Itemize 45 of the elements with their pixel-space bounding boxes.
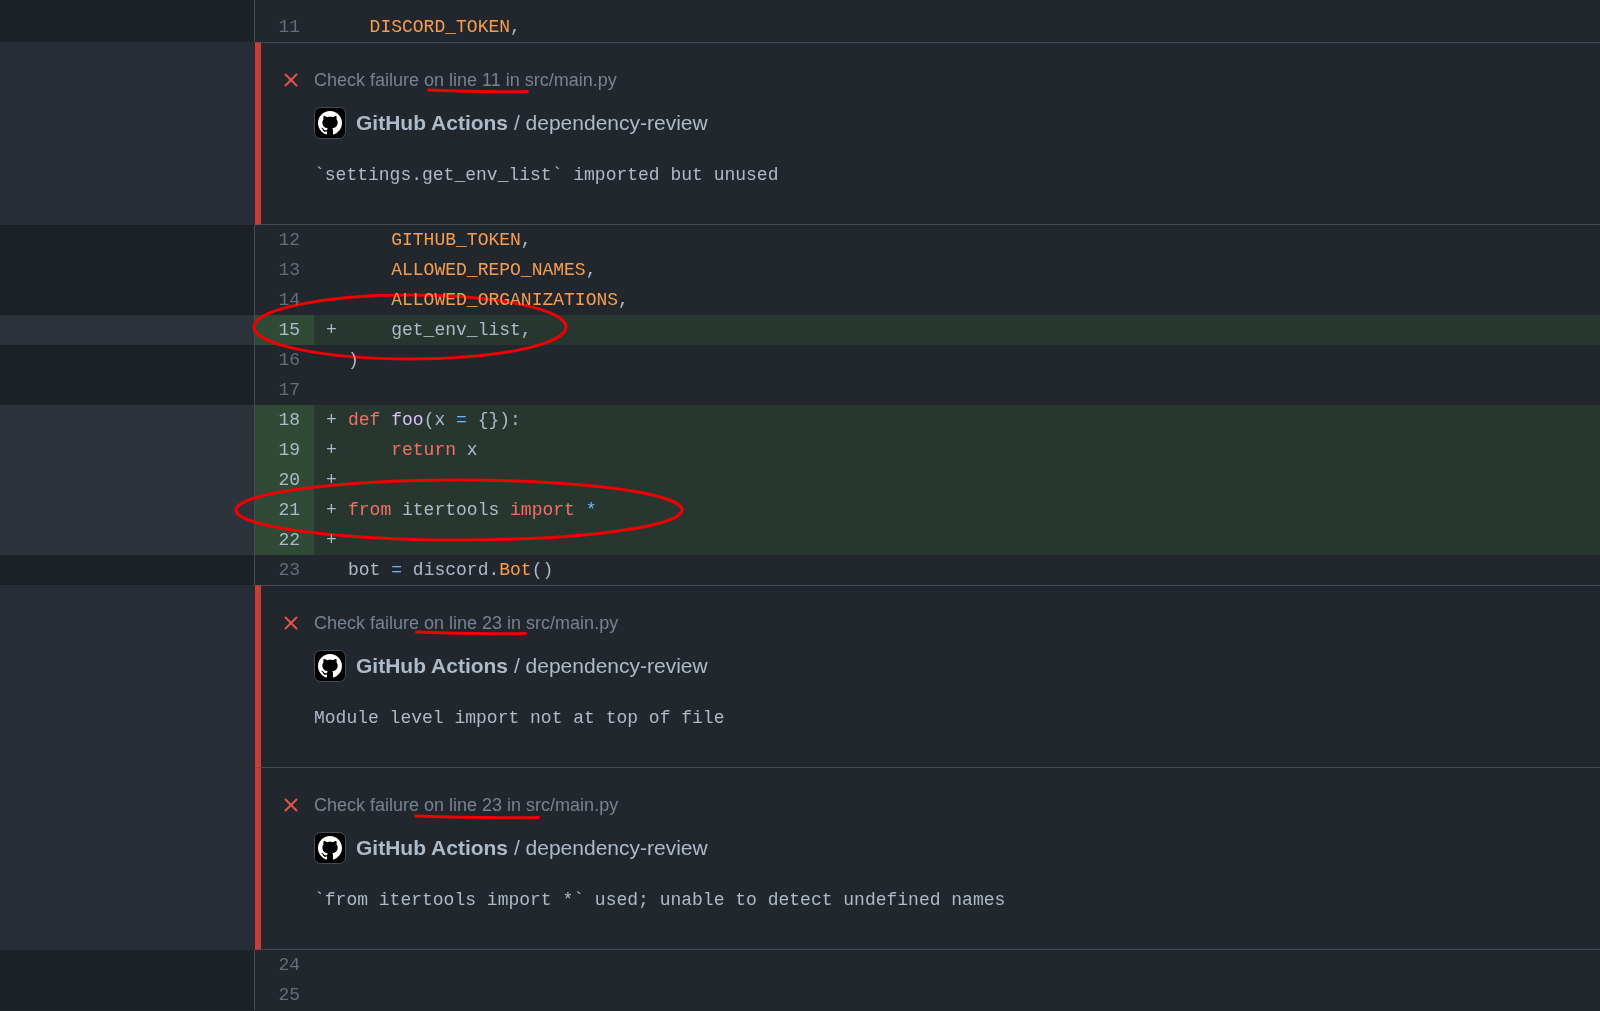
line-number: 22 [278, 530, 300, 550]
line-number: 20 [278, 470, 300, 490]
failure-x-icon [284, 798, 298, 812]
line-number: 23 [278, 560, 300, 580]
line-number: 13 [278, 260, 300, 280]
annotation-heading: Check failure on line 23 in src/main.py [314, 794, 620, 817]
line-number: 17 [278, 380, 300, 400]
code-line: GITHUB_TOKEN, [391, 230, 532, 250]
code-line: from itertools import * [348, 500, 597, 520]
failure-x-icon [284, 73, 298, 87]
line-number: 19 [278, 440, 300, 460]
line-number: 12 [278, 230, 300, 250]
code-line: DISCORD_TOKEN, [369, 17, 521, 37]
line-number: 21 [278, 500, 300, 520]
diff-marker: + [326, 440, 337, 460]
diff-marker: + [326, 410, 337, 430]
line-number: 18 [278, 410, 300, 430]
line-number: 16 [278, 350, 300, 370]
check-source: GitHub Actions / dependency-review [356, 111, 708, 135]
check-source: GitHub Actions / dependency-review [356, 654, 708, 678]
github-logo-icon [314, 832, 346, 864]
annotation-message: `settings.get_env_list` imported but unused [314, 164, 779, 187]
code-line: ALLOWED_REPO_NAMES, [391, 260, 597, 280]
annotation-heading: Check failure on line 23 in src/main.py [314, 612, 620, 635]
code-line: def foo(x = {}): [348, 410, 521, 430]
code-line: return x [391, 440, 478, 460]
line-number: 11 [278, 17, 300, 37]
annotation-message: `from itertools import *` used; unable to detect undefined names [314, 889, 1006, 912]
line-number: 24 [278, 955, 300, 975]
github-logo-icon [314, 107, 346, 139]
line-number: 25 [278, 985, 300, 1005]
line-number: 14 [278, 290, 300, 310]
code-line: bot = discord.Bot() [348, 560, 554, 580]
annotation-heading: Check failure on line 11 in src/main.py [314, 69, 618, 92]
line-number: 15 [278, 320, 300, 340]
diff-marker: + [326, 530, 337, 550]
failure-x-icon [284, 616, 298, 630]
diff-marker: + [326, 320, 337, 340]
annotation-message: Module level import not at top of file [314, 707, 725, 730]
github-logo-icon [314, 650, 346, 682]
diff-marker: + [326, 500, 337, 520]
code-line: ) [348, 350, 359, 370]
diff-marker: + [326, 470, 337, 490]
check-source: GitHub Actions / dependency-review [356, 836, 708, 860]
code-line: get_env_list, [391, 320, 532, 340]
